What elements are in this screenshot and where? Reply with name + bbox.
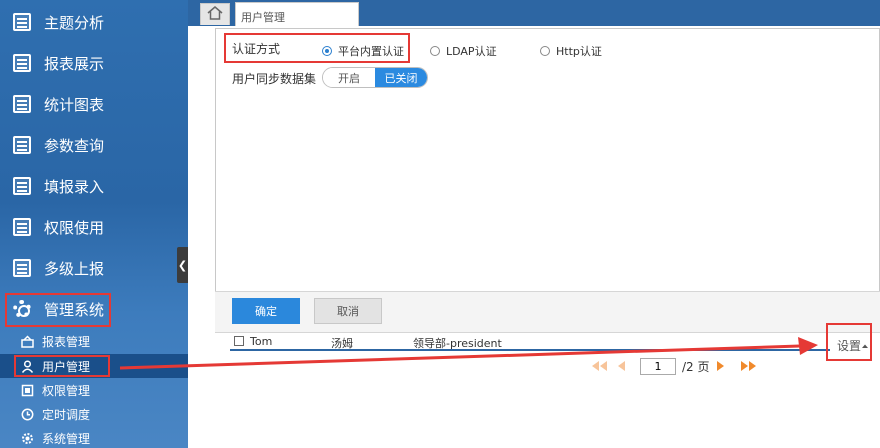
radio-label: Http认证 bbox=[556, 45, 602, 58]
pager: /2 页 bbox=[590, 356, 758, 376]
document-icon bbox=[12, 12, 32, 32]
sub-item-scheduled-tasks[interactable]: 定时调度 bbox=[0, 402, 188, 426]
report-icon bbox=[20, 334, 34, 348]
document-icon bbox=[12, 258, 32, 278]
nav-item-management-system[interactable]: 管理系统 bbox=[0, 289, 188, 329]
cell-realname: 汤姆 bbox=[331, 337, 353, 350]
document-icon bbox=[12, 176, 32, 196]
sub-item-system-management[interactable]: 系统管理 bbox=[0, 426, 188, 448]
cancel-button[interactable]: 取消 bbox=[314, 298, 382, 324]
radio-dot-icon bbox=[430, 46, 440, 56]
sub-item-report-management[interactable]: 报表管理 bbox=[0, 329, 188, 353]
radio-dot-icon bbox=[540, 46, 550, 56]
nav-item-label: 主题分析 bbox=[44, 13, 105, 32]
radio-dot-icon bbox=[322, 46, 332, 56]
nav-item-parameter-query[interactable]: 参数查询 bbox=[0, 125, 188, 165]
auth-method-label: 认证方式 bbox=[232, 42, 281, 56]
page-total-label: /2 页 bbox=[682, 359, 710, 374]
page-number-input[interactable] bbox=[640, 357, 676, 375]
prev-page-icon[interactable] bbox=[616, 360, 626, 372]
first-page-icon[interactable] bbox=[590, 360, 608, 372]
nav-item-label: 统计图表 bbox=[44, 95, 105, 114]
last-page-icon[interactable] bbox=[740, 360, 758, 372]
sub-item-label: 系统管理 bbox=[42, 431, 91, 446]
user-sync-toggle[interactable]: 开启 已关闭 bbox=[322, 67, 428, 88]
home-icon bbox=[207, 6, 223, 23]
radio-label: LDAP认证 bbox=[446, 45, 497, 58]
caret-up-icon bbox=[861, 338, 869, 352]
sub-item-user-management[interactable]: 用户管理 bbox=[0, 354, 188, 378]
nav-item-multilevel-report[interactable]: 多级上报 bbox=[0, 248, 188, 288]
confirm-button[interactable]: 确定 bbox=[232, 298, 300, 324]
nav-item-label: 参数查询 bbox=[44, 136, 105, 155]
nav-item-topic-analysis[interactable]: 主题分析 bbox=[0, 2, 188, 42]
document-icon bbox=[12, 53, 32, 73]
clock-icon bbox=[20, 407, 34, 421]
collapse-sidebar-handle[interactable]: ❮ bbox=[177, 247, 188, 283]
sub-item-label: 权限管理 bbox=[42, 383, 91, 398]
nav-item-permission-usage[interactable]: 权限使用 bbox=[0, 207, 188, 247]
nav-item-report-display[interactable]: 报表展示 bbox=[0, 43, 188, 83]
toggle-option-enable[interactable]: 开启 bbox=[323, 68, 375, 87]
auth-radio-builtin[interactable]: 平台内置认证 bbox=[322, 43, 404, 59]
radio-label: 平台内置认证 bbox=[338, 45, 404, 58]
settings-dropdown[interactable]: 设置 bbox=[831, 334, 871, 356]
gear-icon bbox=[12, 299, 32, 319]
nav-item-data-entry[interactable]: 填报录入 bbox=[0, 166, 188, 206]
auth-radio-http[interactable]: Http认证 bbox=[540, 43, 602, 59]
nav-item-label: 权限使用 bbox=[44, 218, 105, 237]
cell-username: Tom bbox=[250, 335, 273, 348]
table-row[interactable]: Tom 汤姆 领导部-president bbox=[230, 333, 830, 351]
sidebar: 主题分析 报表展示 统计图表 参数查询 填报录入 权限使用 多级上报 管理系统 … bbox=[0, 0, 188, 448]
permission-icon bbox=[20, 383, 34, 397]
gear-icon bbox=[20, 431, 34, 445]
toggle-option-disabled[interactable]: 已关闭 bbox=[375, 68, 427, 87]
sub-item-label: 定时调度 bbox=[42, 407, 91, 422]
document-icon bbox=[12, 135, 32, 155]
nav-item-statistics-chart[interactable]: 统计图表 bbox=[0, 84, 188, 124]
next-page-icon[interactable] bbox=[716, 360, 726, 372]
sub-item-permission-management[interactable]: 权限管理 bbox=[0, 378, 188, 402]
document-icon bbox=[12, 217, 32, 237]
nav-item-label: 填报录入 bbox=[44, 177, 105, 196]
user-icon bbox=[20, 359, 34, 373]
nav-item-label: 多级上报 bbox=[44, 259, 105, 278]
tab-user-management[interactable]: 用户管理 bbox=[235, 2, 359, 26]
row-checkbox[interactable] bbox=[234, 336, 244, 346]
auth-radio-ldap[interactable]: LDAP认证 bbox=[430, 43, 497, 59]
sub-item-label: 报表管理 bbox=[42, 334, 91, 349]
user-sync-dataset-label: 用户同步数据集 bbox=[232, 72, 317, 86]
nav-item-label: 报表展示 bbox=[44, 54, 105, 73]
sub-item-label: 用户管理 bbox=[42, 359, 91, 374]
settings-label: 设置 bbox=[837, 338, 862, 353]
tab-home[interactable] bbox=[200, 3, 230, 25]
document-icon bbox=[12, 94, 32, 114]
nav-item-label: 管理系统 bbox=[44, 300, 105, 319]
cell-department: 领导部-president bbox=[413, 337, 502, 350]
